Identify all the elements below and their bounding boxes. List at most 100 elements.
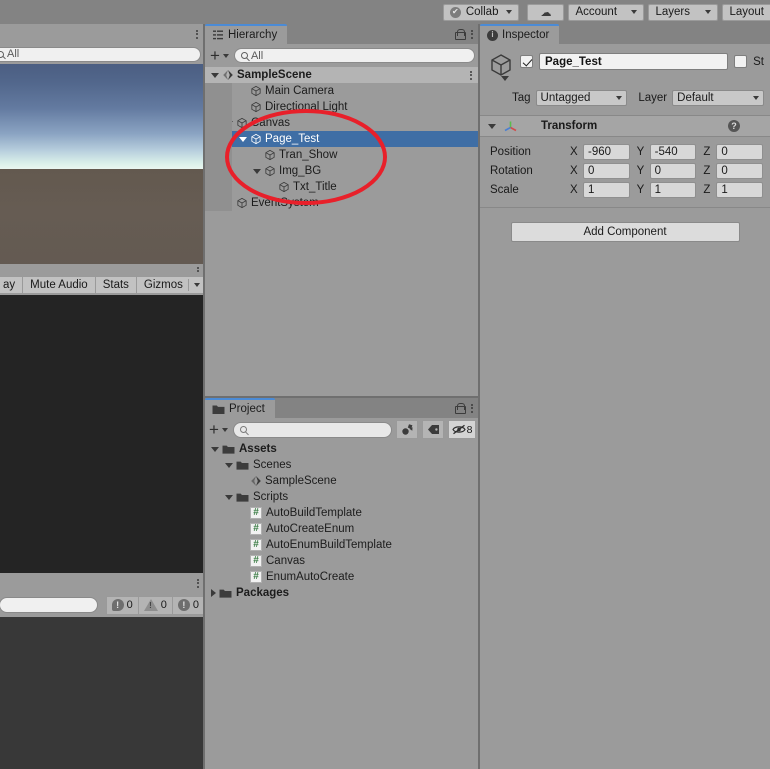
console-info-count[interactable]: ! 0 xyxy=(171,595,205,615)
position-x-field[interactable]: -960 xyxy=(583,143,630,160)
rotation-y-field[interactable]: 0 xyxy=(649,162,697,179)
layer-value: Default xyxy=(677,92,714,104)
chevron-down-icon[interactable] xyxy=(193,282,200,287)
create-gameobject-button[interactable]: + xyxy=(210,47,229,63)
expand-arrow-icon[interactable] xyxy=(225,494,233,500)
transform-component-header[interactable]: Transform ? xyxy=(480,115,770,137)
create-asset-button[interactable]: + xyxy=(209,421,228,437)
scale-x-field[interactable]: 1 xyxy=(583,181,630,198)
account-button[interactable]: Account xyxy=(568,3,645,21)
project-menu-icon[interactable] xyxy=(471,402,473,414)
gizmos-button[interactable]: Gizmos xyxy=(135,275,205,294)
game-view-viewport[interactable] xyxy=(0,295,205,573)
gameobject-cube-icon xyxy=(236,117,248,129)
hierarchy-row-main-camera[interactable]: Main Camera xyxy=(205,83,480,99)
lock-icon[interactable] xyxy=(455,28,466,40)
hierarchy-row-label: Canvas xyxy=(251,117,290,129)
axis-label-z: Z xyxy=(703,164,711,177)
cloud-button[interactable]: ☁ xyxy=(527,3,565,21)
hierarchy-row-img-bg[interactable]: Img_BG xyxy=(205,163,480,179)
scene-search-bar: All xyxy=(0,44,205,64)
gameobject-cube-icon xyxy=(264,149,276,161)
folder-icon xyxy=(236,460,249,471)
tab-project[interactable]: Project xyxy=(205,398,275,418)
project-search-input[interactable] xyxy=(232,421,392,438)
unity-editor-window: ✔ Collab ☁ Account Layers Layout All ay … xyxy=(0,0,770,769)
project-row-canvas[interactable]: # Canvas xyxy=(205,553,480,569)
scene-search-input[interactable]: All xyxy=(0,46,201,62)
expand-arrow-icon[interactable] xyxy=(239,136,247,142)
position-z-field[interactable]: 0 xyxy=(716,143,764,160)
inspector-tab-label: Inspector xyxy=(502,29,550,41)
layers-button[interactable]: Layers xyxy=(648,3,719,21)
tab-hierarchy[interactable]: Hierarchy xyxy=(205,24,288,44)
hierarchy-row-samplescene[interactable]: SampleScene xyxy=(205,67,480,83)
console-search-input[interactable] xyxy=(0,597,98,613)
layout-button[interactable]: Layout xyxy=(722,3,770,21)
rotation-z-field[interactable]: 0 xyxy=(716,162,764,179)
project-row-label: EnumAutoCreate xyxy=(266,571,355,583)
expand-arrow-icon[interactable] xyxy=(211,446,219,452)
search-by-type-button[interactable] xyxy=(396,420,418,439)
scene-view-viewport[interactable] xyxy=(0,64,205,270)
project-row-assets[interactable]: Assets xyxy=(205,441,480,457)
hierarchy-row-label: Directional Light xyxy=(265,101,348,113)
hidden-packages-button[interactable]: 8 xyxy=(448,420,476,439)
tag-dropdown[interactable]: Untagged xyxy=(535,90,628,106)
chevron-down-icon[interactable] xyxy=(501,76,509,81)
rotation-x-field[interactable]: 0 xyxy=(583,162,630,179)
hierarchy-row-tran-show[interactable]: Tran_Show xyxy=(205,147,480,163)
add-component-button[interactable]: Add Component xyxy=(510,222,740,242)
expand-arrow-icon[interactable] xyxy=(253,168,261,174)
check-circle-icon: ✔ xyxy=(449,6,461,18)
console-log-area[interactable] xyxy=(0,617,205,769)
tag-value: Untagged xyxy=(540,92,591,104)
label-tag-icon xyxy=(427,425,439,434)
lock-icon[interactable] xyxy=(455,402,466,414)
expand-arrow-icon[interactable] xyxy=(211,72,219,78)
hierarchy-row-page-test[interactable]: Page_Test xyxy=(205,131,480,147)
project-row-scenes[interactable]: Scenes xyxy=(205,457,480,473)
hierarchy-row-canvas[interactable]: Canvas xyxy=(205,115,480,131)
hierarchy-row-eventsystem[interactable]: EventSystem xyxy=(205,195,480,211)
expand-arrow-icon[interactable] xyxy=(225,462,233,468)
warning-icon xyxy=(143,599,158,611)
hierarchy-row-directional-light[interactable]: Directional Light xyxy=(205,99,480,115)
add-component-label: Add Component xyxy=(583,226,667,238)
collab-button[interactable]: ✔ Collab xyxy=(442,3,520,21)
project-row-autobuildtemplate[interactable]: # AutoBuildTemplate xyxy=(205,505,480,521)
search-by-label-button[interactable] xyxy=(422,420,444,439)
splitter-hierarchy-project[interactable] xyxy=(205,396,480,398)
layer-dropdown[interactable]: Default xyxy=(672,90,764,106)
mute-audio-button[interactable]: Mute Audio xyxy=(22,275,96,294)
scale-z-field[interactable]: 1 xyxy=(716,181,764,198)
project-row-autocreateenum[interactable]: # AutoCreateEnum xyxy=(205,521,480,537)
project-row-label: AutoCreateEnum xyxy=(266,523,355,535)
position-y-field[interactable]: -540 xyxy=(649,143,697,160)
hierarchy-panel: Hierarchy + All SampleScene Main Camera Di… xyxy=(205,24,480,398)
help-icon[interactable]: ? xyxy=(728,120,740,132)
tab-inspector[interactable]: i Inspector xyxy=(480,24,560,44)
game-play-button[interactable]: ay xyxy=(0,275,24,294)
scale-y-field[interactable]: 1 xyxy=(649,181,697,198)
project-row-packages[interactable]: Packages xyxy=(205,585,480,601)
hierarchy-row-txt-title[interactable]: Txt_Title xyxy=(205,179,480,195)
stats-button[interactable]: Stats xyxy=(94,275,137,294)
project-row-autoenumbuildtemplate[interactable]: # AutoEnumBuildTemplate xyxy=(205,537,480,553)
console-warning-count[interactable]: 0 xyxy=(137,595,173,615)
expand-arrow-icon[interactable] xyxy=(225,120,233,126)
chevron-down-icon[interactable] xyxy=(488,123,496,129)
project-row-scripts[interactable]: Scripts xyxy=(205,489,480,505)
object-name-field[interactable]: Page_Test xyxy=(539,53,729,70)
static-checkbox[interactable] xyxy=(734,55,748,68)
project-row-samplescene[interactable]: SampleScene xyxy=(205,473,480,489)
hierarchy-search-input[interactable]: All xyxy=(233,48,475,63)
object-enabled-checkbox[interactable] xyxy=(520,55,533,68)
hierarchy-menu-icon[interactable] xyxy=(471,28,473,40)
console-error-count[interactable]: ! 0 xyxy=(105,595,139,615)
axis-label-z: Z xyxy=(703,145,711,158)
project-row-enumautocreate[interactable]: # EnumAutoCreate xyxy=(205,569,480,585)
console-menu-icon[interactable] xyxy=(197,577,199,589)
scene-view-menu-icon[interactable] xyxy=(196,28,198,40)
collapse-arrow-icon[interactable] xyxy=(211,589,216,597)
